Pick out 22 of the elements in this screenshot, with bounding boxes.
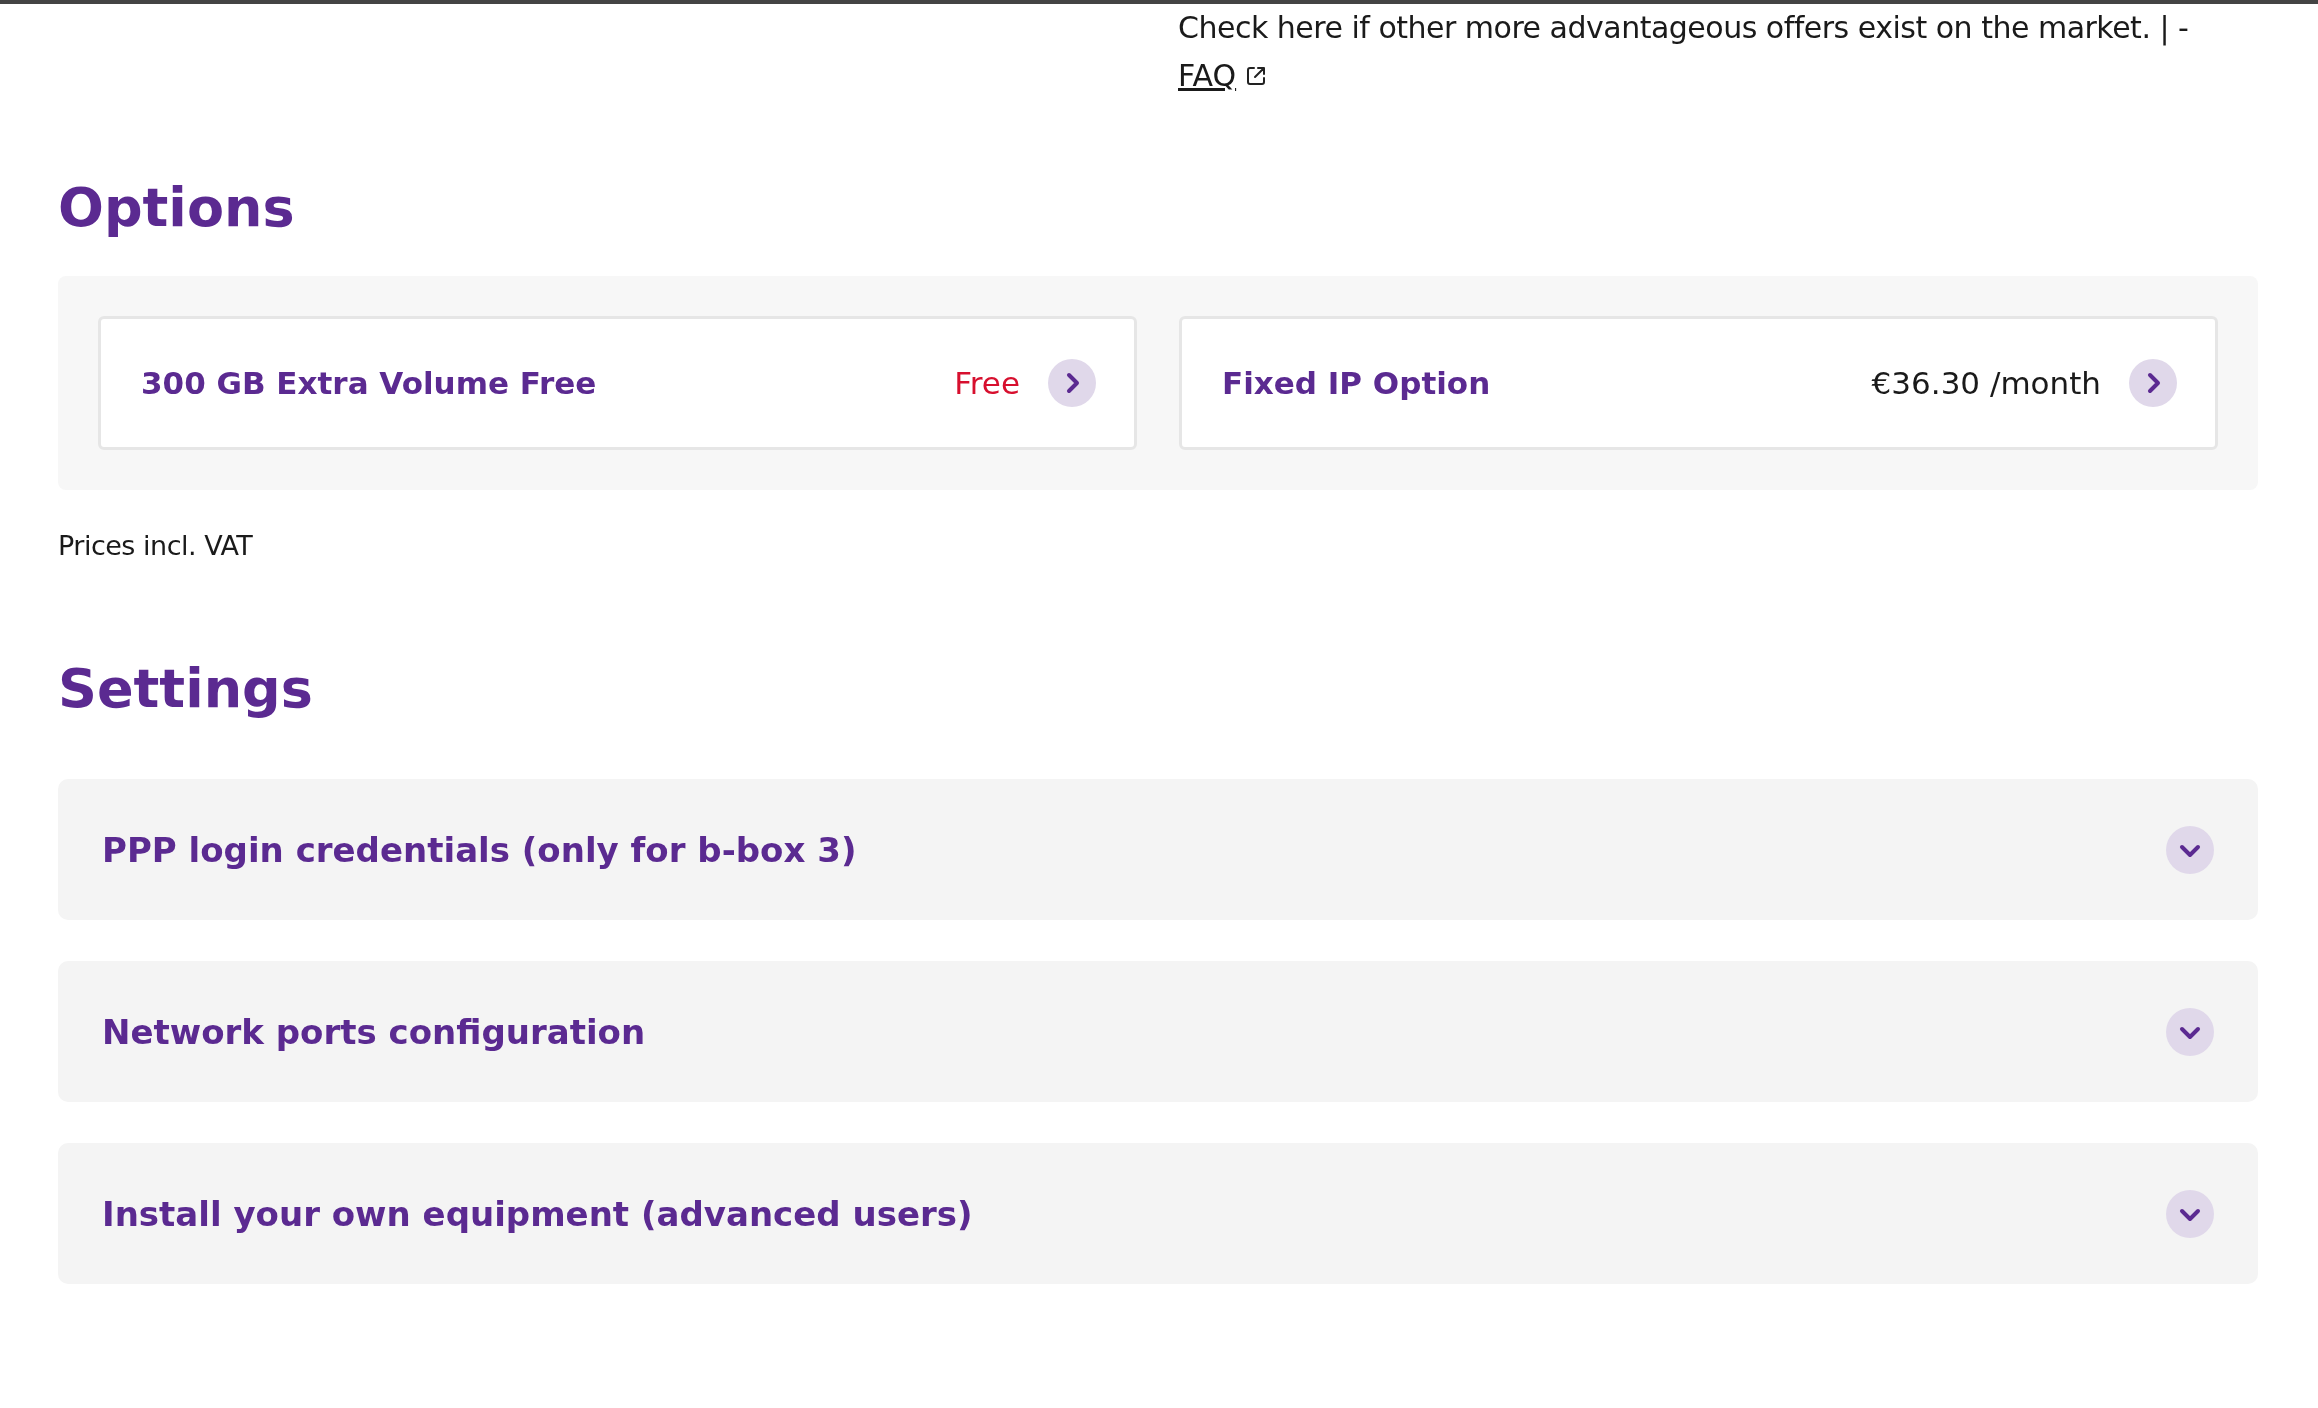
option-card[interactable]: Fixed IP Option €36.30 /month	[1179, 316, 2218, 450]
accordion-title: Network ports configuration	[102, 1011, 647, 1052]
option-price: €36.30 /month	[1871, 365, 2101, 401]
chevron-right-icon[interactable]	[1048, 359, 1096, 407]
vat-note: Prices incl. VAT	[58, 530, 254, 561]
option-name: 300 GB Extra Volume Free	[141, 365, 598, 401]
faq-link[interactable]: FAQ	[1178, 52, 1237, 100]
option-name: Fixed IP Option	[1222, 365, 1492, 401]
option-card[interactable]: 300 GB Extra Volume Free Free	[98, 316, 1137, 450]
accordion-header[interactable]: PPP login credentials (only for b-box 3)	[58, 779, 2258, 920]
settings-heading: Settings	[58, 656, 314, 722]
offers-note: Check here if other more advantageous offers exist on the market. | -	[1178, 9, 2190, 48]
accordion-header[interactable]: Network ports configuration	[58, 961, 2258, 1102]
option-price: Free	[954, 365, 1020, 401]
options-heading: Options	[58, 175, 296, 241]
accordion-title: Install your own equipment (advanced users)	[102, 1193, 974, 1234]
accordion-header[interactable]: Install your own equipment (advanced users)	[58, 1143, 2258, 1284]
chevron-down-icon[interactable]	[2166, 1189, 2214, 1238]
chevron-down-icon[interactable]	[2166, 1007, 2214, 1056]
chevron-down-icon[interactable]	[2166, 825, 2214, 874]
accordion-title: PPP login credentials (only for b-box 3)	[102, 829, 858, 870]
chevron-right-icon[interactable]	[2129, 359, 2177, 407]
